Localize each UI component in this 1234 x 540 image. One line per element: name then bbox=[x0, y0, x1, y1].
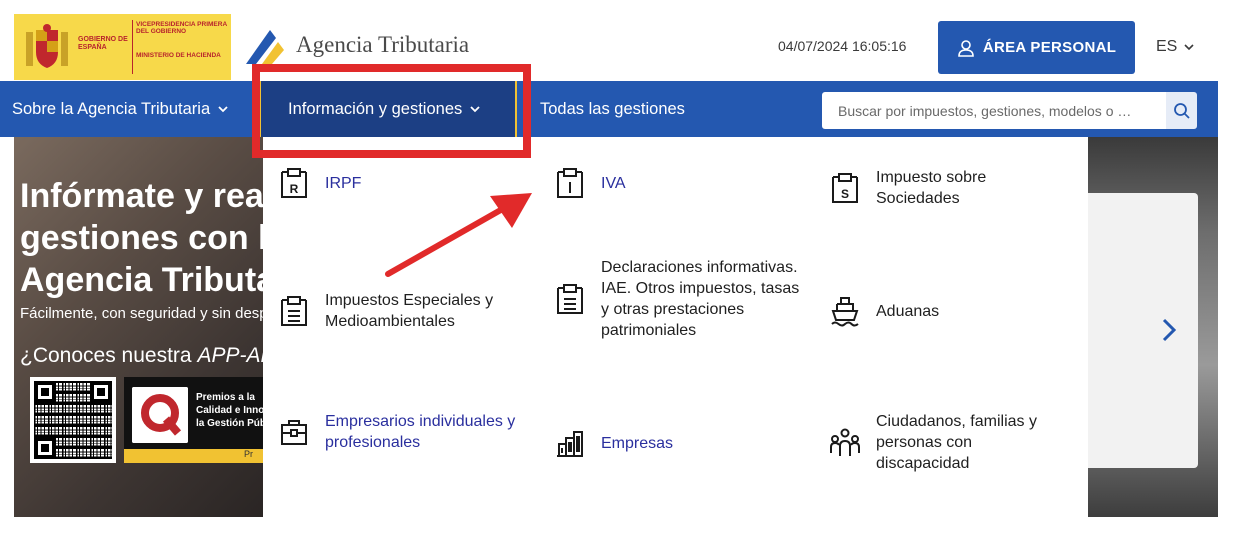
award-bar: Pr bbox=[124, 449, 263, 463]
nav-todas-gestiones-label: Todas las gestiones bbox=[540, 99, 685, 118]
svg-text:R: R bbox=[290, 182, 299, 196]
search-button[interactable] bbox=[1166, 92, 1197, 129]
award-line-2: Calidad e Innovación bbox=[196, 405, 263, 416]
menu-item-irpf[interactable]: R IRPF bbox=[279, 167, 519, 199]
menu-item-label: Empresas bbox=[601, 434, 674, 452]
nav-todas-gestiones[interactable]: Todas las gestiones bbox=[540, 81, 685, 137]
current-datetime: 04/07/2024 16:05:16 bbox=[778, 38, 907, 54]
nav-sobre-agencia-label: Sobre la Agencia Tributaria bbox=[12, 99, 211, 118]
briefcase-icon bbox=[281, 420, 307, 445]
menu-item-sociedades[interactable]: S Impuesto sobre Sociedades bbox=[830, 167, 1060, 209]
aeat-emblem-icon bbox=[246, 30, 284, 64]
menu-item-especiales[interactable]: Impuestos Especiales y Medioambientales bbox=[279, 290, 535, 332]
menu-item-label: Impuesto sobre Sociedades bbox=[876, 169, 987, 207]
menu-item-aduanas[interactable]: Aduanas bbox=[830, 295, 1060, 327]
gobierno-text: GOBIERNO DE ESPAÑA bbox=[78, 36, 128, 51]
ship-icon bbox=[831, 297, 859, 327]
gobierno-logo[interactable]: GOBIERNO DE ESPAÑA VICEPRESIDENCIA PRIME… bbox=[14, 14, 231, 80]
hero-banner[interactable]: Infórmate y realiza gestiones con la Age… bbox=[14, 137, 263, 517]
qr-code bbox=[30, 377, 116, 463]
menu-item-iva[interactable]: IVA bbox=[555, 167, 795, 199]
coat-of-arms-icon bbox=[26, 24, 68, 68]
language-selector[interactable]: ES bbox=[1156, 38, 1195, 56]
user-icon bbox=[958, 39, 974, 57]
chevron-down-icon bbox=[470, 106, 480, 113]
irpf-icon: R bbox=[281, 168, 307, 198]
iva-icon bbox=[557, 168, 583, 198]
award-line-3: la Gestión Pública bbox=[196, 418, 263, 429]
buildings-icon bbox=[557, 431, 583, 457]
menu-item-label: Declaraciones informativas. IAE. Otros i… bbox=[601, 259, 800, 339]
language-label: ES bbox=[1156, 38, 1178, 55]
menu-item-label: IRPF bbox=[325, 174, 362, 192]
document-icon bbox=[557, 284, 583, 314]
award-text: Premios a la Calidad e Innovación la Ges… bbox=[196, 391, 263, 430]
nav-informacion-gestiones[interactable]: Información y gestiones bbox=[259, 81, 517, 137]
area-personal-label: ÁREA PERSONAL bbox=[982, 39, 1117, 56]
hero-app-name: APP-AEAT? bbox=[197, 344, 263, 367]
menu-item-label: Impuestos Especiales y Medioambientales bbox=[325, 292, 494, 330]
nav-informacion-gestiones-label: Información y gestiones bbox=[288, 99, 463, 118]
hero-app-prefix: ¿Conoces nuestra bbox=[20, 344, 198, 367]
vicepresidencia-text: VICEPRESIDENCIA PRIMERA DEL GOBIERNO bbox=[136, 21, 227, 35]
carousel-card bbox=[1088, 193, 1198, 468]
award-logo-icon bbox=[132, 387, 188, 443]
award-line-1: Premios a la bbox=[196, 392, 255, 403]
document-icon bbox=[281, 296, 307, 326]
brand-name: Agencia Tributaria bbox=[296, 32, 470, 57]
menu-item-label: IVA bbox=[601, 174, 626, 192]
menu-item-label: Ciudadanos, familias y personas con disc… bbox=[876, 413, 1037, 472]
hero-subtitle: Fácilmente, con seguridad y sin desplaza… bbox=[20, 305, 263, 322]
menu-item-label: Empresarios individuales y profesionales bbox=[325, 413, 516, 451]
ministerio-text: MINISTERIO DE HACIENDA bbox=[136, 52, 221, 59]
carousel-next-icon[interactable] bbox=[1158, 316, 1180, 344]
menu-item-empresas[interactable]: Empresas bbox=[555, 427, 795, 459]
chevron-down-icon bbox=[1184, 44, 1194, 51]
mega-menu-informacion: R IRPF IVA S Impuesto sobre Sociedades I… bbox=[263, 137, 1088, 517]
menu-item-ciudadanos[interactable]: Ciudadanos, familias y personas con disc… bbox=[830, 411, 1060, 474]
people-icon bbox=[830, 428, 860, 456]
menu-item-label: Aduanas bbox=[876, 302, 940, 320]
agencia-tributaria-logo[interactable]: Agencia Tributaria bbox=[238, 18, 498, 78]
hero-app-question: ¿Conoces nuestra APP-AEAT? bbox=[20, 344, 263, 368]
search-input[interactable]: Buscar por impuestos, gestiones, modelos… bbox=[822, 92, 1166, 129]
nav-sobre-agencia[interactable]: Sobre la Agencia Tributaria bbox=[12, 81, 230, 137]
logo-divider bbox=[132, 20, 133, 74]
svg-text:S: S bbox=[841, 187, 849, 201]
search-icon bbox=[1173, 102, 1190, 119]
menu-item-empresarios[interactable]: Empresarios individuales y profesionales bbox=[279, 411, 519, 453]
area-personal-button[interactable]: ÁREA PERSONAL bbox=[938, 21, 1135, 74]
award-badge: Premios a la Calidad e Innovación la Ges… bbox=[124, 377, 263, 463]
menu-item-declaraciones[interactable]: Declaraciones informativas. IAE. Otros i… bbox=[555, 257, 805, 341]
chevron-down-icon bbox=[218, 106, 228, 113]
sociedades-icon: S bbox=[832, 173, 858, 203]
hero-title: Infórmate y realiza gestiones con la Age… bbox=[20, 177, 263, 299]
